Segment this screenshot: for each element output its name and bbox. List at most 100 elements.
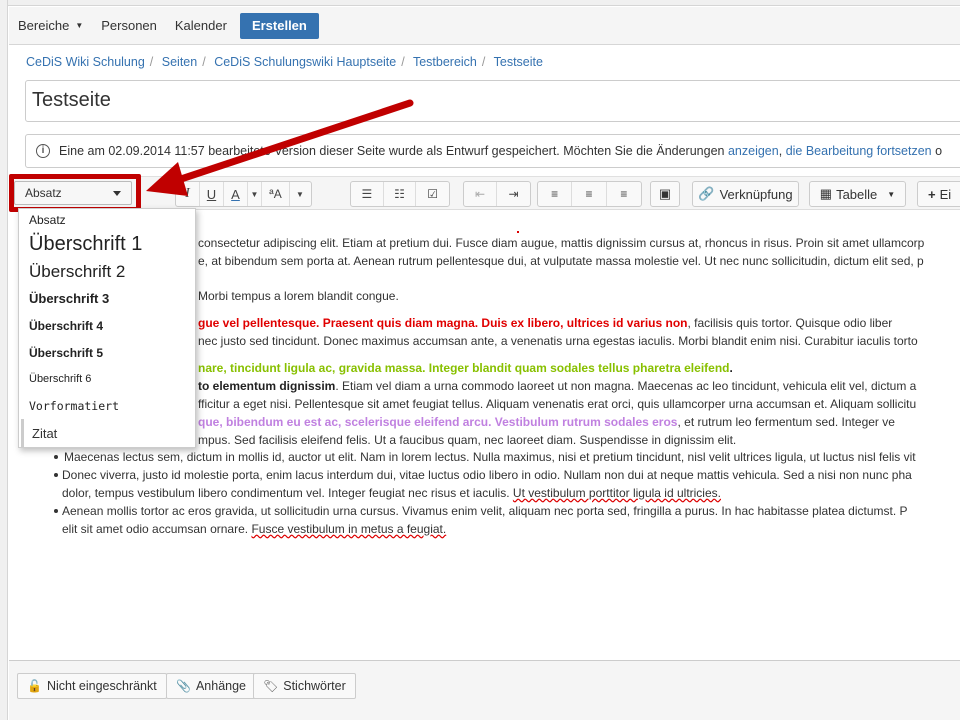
bullet-dot	[54, 473, 58, 477]
chevron-down-icon: ▼	[75, 21, 84, 30]
paperclip-icon: 📎	[176, 679, 191, 693]
content-text: elit sit amet odio accumsan ornare.	[62, 522, 249, 536]
format-option-quote[interactable]: Zitat	[21, 419, 195, 447]
table-button[interactable]: ▦ Tabelle ▼	[809, 181, 906, 207]
attachments-button[interactable]: 📎 Anhänge	[166, 673, 257, 699]
content-line: e, at bibendum sem porta at. Aenean rutr…	[198, 254, 924, 268]
restrictions-button[interactable]: 🔓 Nicht eingeschränkt	[17, 673, 167, 699]
breadcrumb: CeDiS Wiki Schulung / Seiten / CeDiS Schul…	[26, 55, 543, 69]
plus-icon: +	[928, 186, 936, 202]
link-label: Verknüpfung	[719, 186, 793, 202]
format-option-heading-5[interactable]: Überschrift 5	[29, 346, 103, 360]
table-icon: ▦	[819, 186, 833, 201]
italic-button[interactable]: I	[176, 182, 200, 206]
list-item: Maecenas lectus sem, dictum in mollis id…	[64, 450, 916, 464]
align-right-icon[interactable]: ≡	[607, 182, 641, 206]
purple-bold-text: que, bibendum eu est ac, scelerisque ele…	[198, 415, 678, 429]
format-option-heading-6[interactable]: Überschrift 6	[29, 373, 91, 385]
format-option-heading-4[interactable]: Überschrift 4	[29, 319, 103, 333]
chevron-down-icon[interactable]: ▼	[248, 182, 262, 206]
breadcrumb-item[interactable]: Seiten	[162, 55, 197, 69]
text-color-button[interactable]: A	[224, 182, 248, 206]
notice-resume-link[interactable]: die Bearbeitung fortsetzen	[786, 144, 932, 158]
chevron-down-icon: ▼	[887, 189, 896, 199]
restrictions-label: Nicht eingeschränkt	[46, 679, 157, 693]
notice-text: Eine am 02.09.2014 11:57 bearbeitete Ver…	[59, 144, 725, 158]
insert-button[interactable]: + Ei	[917, 181, 960, 207]
breadcrumb-item[interactable]: CeDiS Schulungswiki Hauptseite	[214, 55, 396, 69]
list-item: dolor, tempus vestibulum libero condimen…	[62, 484, 721, 502]
breadcrumb-item[interactable]: CeDiS Wiki Schulung	[26, 55, 145, 69]
breadcrumb-item[interactable]: Testseite	[494, 55, 543, 69]
content-line: nec justo sed tincidunt. Donec maximus a…	[198, 334, 918, 348]
numbered-list-icon[interactable]: ☷	[384, 182, 417, 206]
spellcheck-text: Ut vestibulum porttitor ligula id ultric…	[512, 486, 721, 500]
list-item: Aenean mollis tortor ac eros gravida, ut…	[62, 504, 908, 518]
task-list-icon[interactable]: ☑	[416, 182, 449, 206]
underline-button[interactable]: U	[200, 182, 224, 206]
content-line: fficitur a eget nisi. Pellentesque sit a…	[198, 397, 917, 411]
top-navigation: Bereiche ▼ Personen Kalender Erstellen	[9, 7, 960, 45]
indent-group: ⇤ ⇥	[463, 181, 531, 207]
content-text: , facilisis quis tortor. Quisque odio li…	[687, 316, 893, 330]
breadcrumb-item[interactable]: Testbereich	[413, 55, 477, 69]
list-item: Donec viverra, justo id molestie porta, …	[62, 468, 912, 482]
text-format-group: I U A ▼ ªA ▼	[175, 181, 312, 207]
page-title-input[interactable]: Testseite	[25, 80, 960, 122]
attachments-label: Anhänge	[195, 679, 247, 693]
more-formatting-icon[interactable]: ªA	[262, 182, 290, 206]
content-text: .	[729, 361, 733, 375]
link-button[interactable]: 🔗 Verknüpfung	[692, 181, 799, 207]
list-item: elit sit amet odio accumsan ornare. Fusc…	[62, 520, 446, 538]
nav-people[interactable]: Personen	[92, 13, 166, 39]
list-group: ☰ ☷ ☑	[350, 181, 450, 207]
create-button[interactable]: Erstellen	[239, 12, 319, 39]
spellcheck-text: Fusce vestibulum in metus a feugiat.	[251, 522, 447, 536]
page-layout-icon[interactable]: ▣	[650, 181, 680, 207]
red-bold-text: gue vel pellentesque. Praesent quis diam…	[198, 316, 688, 330]
align-center-icon[interactable]: ≡	[572, 182, 607, 206]
window-frame-left	[0, 0, 8, 720]
format-option-preformatted[interactable]: Vorformatiert	[29, 399, 119, 413]
editor-toolbar: I U A ▼ ªA ▼ ☰ ☷ ☑ ⇤ ⇥ ≡ ≡ ≡ ▣ 🔗 Verknüpf…	[9, 176, 960, 210]
content-line: gue vel pellentesque. Praesent quis diam…	[198, 314, 892, 332]
content-line: Morbi tempus a lorem blandit congue.	[198, 289, 399, 303]
info-icon: i	[36, 144, 50, 158]
bold-text: to elementum dignissim	[198, 379, 336, 393]
labels-label: Stichwörter	[283, 679, 346, 693]
nav-spaces-label: Bereiche	[18, 18, 70, 33]
cursor-marker	[517, 231, 519, 233]
content-line: mpus. Sed facilisis eleifend felis. Ut a…	[198, 433, 737, 447]
format-option-paragraph[interactable]: Absatz	[29, 213, 66, 227]
bullet-dot	[54, 509, 58, 513]
link-icon: 🔗	[698, 186, 715, 201]
breadcrumb-separator: /	[202, 55, 206, 69]
content-text: dolor, tempus vestibulum libero condimen…	[62, 486, 510, 500]
draft-notice: i Eine am 02.09.2014 11:57 bearbeitete V…	[25, 134, 960, 168]
content-line: que, bibendum eu est ac, scelerisque ele…	[198, 413, 895, 431]
green-bold-text: nare, tincidunt ligula ac, gravida massa…	[198, 361, 730, 375]
content-line: nare, tincidunt ligula ac, gravida massa…	[198, 359, 733, 377]
format-option-heading-2[interactable]: Überschrift 2	[29, 262, 125, 282]
align-group: ≡ ≡ ≡	[537, 181, 642, 207]
bullet-list-icon[interactable]: ☰	[351, 182, 384, 206]
labels-button[interactable]: 🏷 Stichwörter	[253, 673, 356, 699]
paragraph-format-dropdown: Absatz Überschrift 1 Überschrift 2 Übers…	[18, 208, 196, 448]
breadcrumb-separator: /	[149, 55, 154, 69]
chevron-down-icon[interactable]: ▼	[290, 182, 310, 206]
format-option-heading-3[interactable]: Überschrift 3	[29, 291, 109, 306]
table-label: Tabelle	[836, 186, 878, 202]
breadcrumb-separator: /	[481, 55, 486, 69]
format-option-heading-1[interactable]: Überschrift 1	[29, 233, 142, 256]
nav-spaces[interactable]: Bereiche ▼	[9, 13, 92, 39]
notice-sep: ,	[778, 144, 783, 158]
indent-icon[interactable]: ⇥	[497, 182, 530, 206]
editor-footer: 🔓 Nicht eingeschränkt 📎 Anhänge 🏷 Stichwört…	[9, 660, 960, 720]
outdent-icon[interactable]: ⇤	[464, 182, 498, 206]
align-left-icon[interactable]: ≡	[538, 182, 573, 206]
notice-view-link[interactable]: anzeigen	[728, 144, 779, 158]
content-text: , et rutrum leo fermentum sed. Integer v…	[677, 415, 895, 429]
unlock-icon: 🔓	[27, 679, 42, 693]
nav-calendar[interactable]: Kalender	[166, 13, 236, 39]
insert-label: Ei	[939, 186, 952, 202]
